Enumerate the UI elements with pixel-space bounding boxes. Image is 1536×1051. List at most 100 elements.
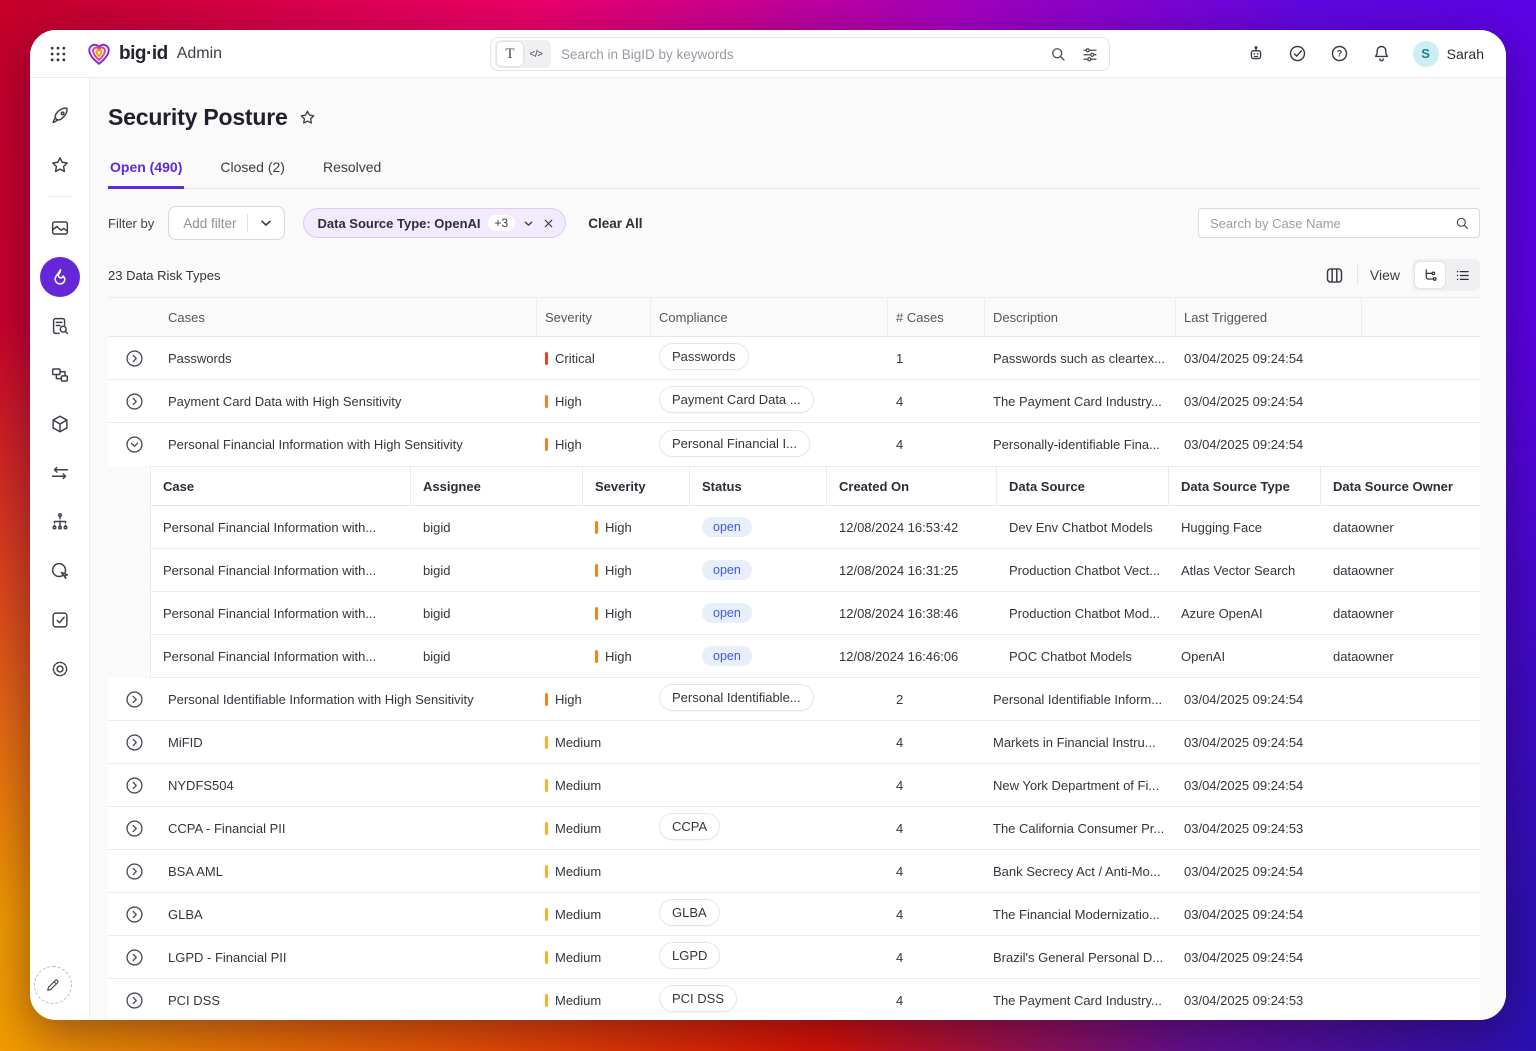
help-icon[interactable]: ? [1329, 43, 1350, 64]
col-num-cases[interactable]: # Cases [888, 298, 985, 336]
user-menu[interactable]: S Sarah [1413, 41, 1484, 67]
col-description[interactable]: Description [985, 298, 1176, 336]
clear-all-button[interactable]: Clear All [588, 216, 642, 231]
manage-columns-icon[interactable] [1324, 265, 1345, 286]
tasks-check-icon[interactable] [1287, 43, 1308, 64]
subcol-created-on[interactable]: Created On [827, 467, 997, 505]
sidebar-item-favorites[interactable] [40, 145, 80, 185]
collapse-chevron-icon[interactable] [108, 434, 160, 455]
code-mode-button[interactable]: </> [523, 42, 549, 66]
expand-chevron-icon[interactable] [108, 775, 160, 796]
table-row-expanded[interactable]: Personal Financial Information with High… [108, 423, 1480, 466]
sidebar-item-settings[interactable] [40, 649, 80, 689]
grouped-view-button[interactable] [1414, 261, 1446, 289]
favorite-star-icon[interactable] [298, 108, 317, 127]
sub-case-name[interactable]: Personal Financial Information with... [151, 520, 411, 535]
subtable-row[interactable]: Personal Financial Information with... b… [151, 506, 1480, 549]
subtable-row[interactable]: Personal Financial Information with... b… [151, 592, 1480, 635]
case-name[interactable]: CCPA - Financial PII [160, 821, 537, 836]
case-search-input[interactable]: Search by Case Name [1198, 208, 1480, 238]
case-name[interactable]: Personal Identifiable Information with H… [160, 692, 537, 707]
expand-chevron-icon[interactable] [108, 861, 160, 882]
subtable-row[interactable]: Personal Financial Information with... b… [151, 549, 1480, 592]
list-view-button[interactable] [1446, 261, 1478, 289]
col-compliance[interactable]: Compliance [651, 298, 888, 336]
subcol-data-source-owner[interactable]: Data Source Owner [1321, 467, 1480, 505]
col-severity[interactable]: Severity [537, 298, 651, 336]
case-name[interactable]: LGPD - Financial PII [160, 950, 537, 965]
subcol-status[interactable]: Status [690, 467, 827, 505]
subcol-assignee[interactable]: Assignee [411, 467, 583, 505]
table-row[interactable]: Personal Identifiable Information with H… [108, 678, 1480, 721]
app-launcher-icon[interactable] [44, 40, 72, 68]
sidebar-item-rocket[interactable] [40, 96, 80, 136]
sidebar-item-access-intelligence[interactable] [40, 551, 80, 591]
expand-chevron-icon[interactable] [108, 818, 160, 839]
subcol-data-source-type[interactable]: Data Source Type [1169, 467, 1321, 505]
edit-pencil-button[interactable] [34, 966, 72, 1004]
text-mode-button[interactable]: T [497, 42, 523, 66]
compliance-pill[interactable]: Payment Card Data ... [659, 386, 814, 413]
expand-chevron-icon[interactable] [108, 689, 160, 710]
compliance-pill[interactable]: Passwords [659, 343, 749, 370]
expand-chevron-icon[interactable] [108, 990, 160, 1011]
subcol-data-source[interactable]: Data Source [997, 467, 1169, 505]
compliance-pill[interactable]: PCI DSS [659, 985, 737, 1012]
compliance-pill[interactable]: LGPD [659, 942, 720, 969]
notifications-bell-icon[interactable] [1371, 43, 1392, 64]
case-name[interactable]: MiFID [160, 735, 537, 750]
table-row[interactable]: NYDFS504 Medium 4 New York Department of… [108, 764, 1480, 807]
search-icon[interactable] [1049, 45, 1067, 63]
sub-case-name[interactable]: Personal Financial Information with... [151, 606, 411, 621]
active-filter-chip[interactable]: Data Source Type: OpenAI +3 [303, 208, 567, 238]
sidebar-item-actions[interactable] [40, 600, 80, 640]
sidebar-item-data-flows[interactable] [40, 453, 80, 493]
compliance-pill[interactable]: Personal Identifiable... [659, 684, 814, 711]
case-name[interactable]: PCI DSS [160, 993, 537, 1008]
table-row[interactable]: CCPA - Financial PII Medium CCPA 4 The C… [108, 807, 1480, 850]
filter-extra-count[interactable]: +3 [488, 215, 516, 231]
expand-chevron-icon[interactable] [108, 391, 160, 412]
tab-closed[interactable]: Closed (2) [218, 159, 287, 188]
brand[interactable]: big·id Admin [86, 41, 222, 67]
case-name[interactable]: Personal Financial Information with High… [160, 437, 537, 452]
tab-open[interactable]: Open (490) [108, 159, 184, 189]
table-row[interactable]: LGPD - Financial PII Medium LGPD 4 Brazi… [108, 936, 1480, 979]
add-filter-button[interactable]: Add filter [168, 206, 284, 240]
sidebar-item-catalog[interactable] [40, 306, 80, 346]
table-row[interactable]: Payment Card Data with High Sensitivity … [108, 380, 1480, 423]
sidebar-item-security-posture[interactable] [40, 257, 80, 297]
table-row[interactable]: MiFID Medium 4 Markets in Financial Inst… [108, 721, 1480, 764]
case-name[interactable]: Passwords [160, 351, 537, 366]
subcol-severity[interactable]: Severity [583, 467, 690, 505]
sidebar-item-hierarchy[interactable] [40, 502, 80, 542]
case-name[interactable]: Payment Card Data with High Sensitivity [160, 394, 537, 409]
col-last-triggered[interactable]: Last Triggered [1176, 298, 1362, 336]
table-row[interactable]: GLBA Medium GLBA 4 The Financial Moderni… [108, 893, 1480, 936]
assistant-bot-icon[interactable] [1246, 44, 1266, 64]
case-name[interactable]: BSA AML [160, 864, 537, 879]
chevron-down-icon[interactable] [522, 217, 535, 230]
sidebar-item-dashboard[interactable] [40, 208, 80, 248]
compliance-pill[interactable]: GLBA [659, 899, 720, 926]
tab-resolved[interactable]: Resolved [321, 159, 383, 188]
expand-chevron-icon[interactable] [108, 904, 160, 925]
compliance-pill[interactable]: Personal Financial I... [659, 430, 810, 457]
close-icon[interactable] [542, 217, 555, 230]
search-settings-icon[interactable] [1081, 45, 1099, 63]
table-row[interactable]: PCI DSS Medium PCI DSS 4 The Payment Car… [108, 979, 1480, 1019]
expand-chevron-icon[interactable] [108, 947, 160, 968]
sub-case-name[interactable]: Personal Financial Information with... [151, 649, 411, 664]
table-row[interactable]: Passwords Critical Passwords 1 Passwords… [108, 337, 1480, 380]
compliance-pill[interactable]: CCPA [659, 813, 720, 840]
subtable-row[interactable]: Personal Financial Information with... b… [151, 635, 1480, 678]
case-name[interactable]: GLBA [160, 907, 537, 922]
expand-chevron-icon[interactable] [108, 732, 160, 753]
sidebar-item-inventory[interactable] [40, 404, 80, 444]
global-search[interactable]: T </> Search in BigID by keywords [490, 37, 1110, 71]
subcol-case[interactable]: Case [151, 467, 411, 505]
sidebar-item-classification[interactable] [40, 355, 80, 395]
sub-case-name[interactable]: Personal Financial Information with... [151, 563, 411, 578]
expand-chevron-icon[interactable] [108, 348, 160, 369]
col-cases[interactable]: Cases [160, 298, 537, 336]
